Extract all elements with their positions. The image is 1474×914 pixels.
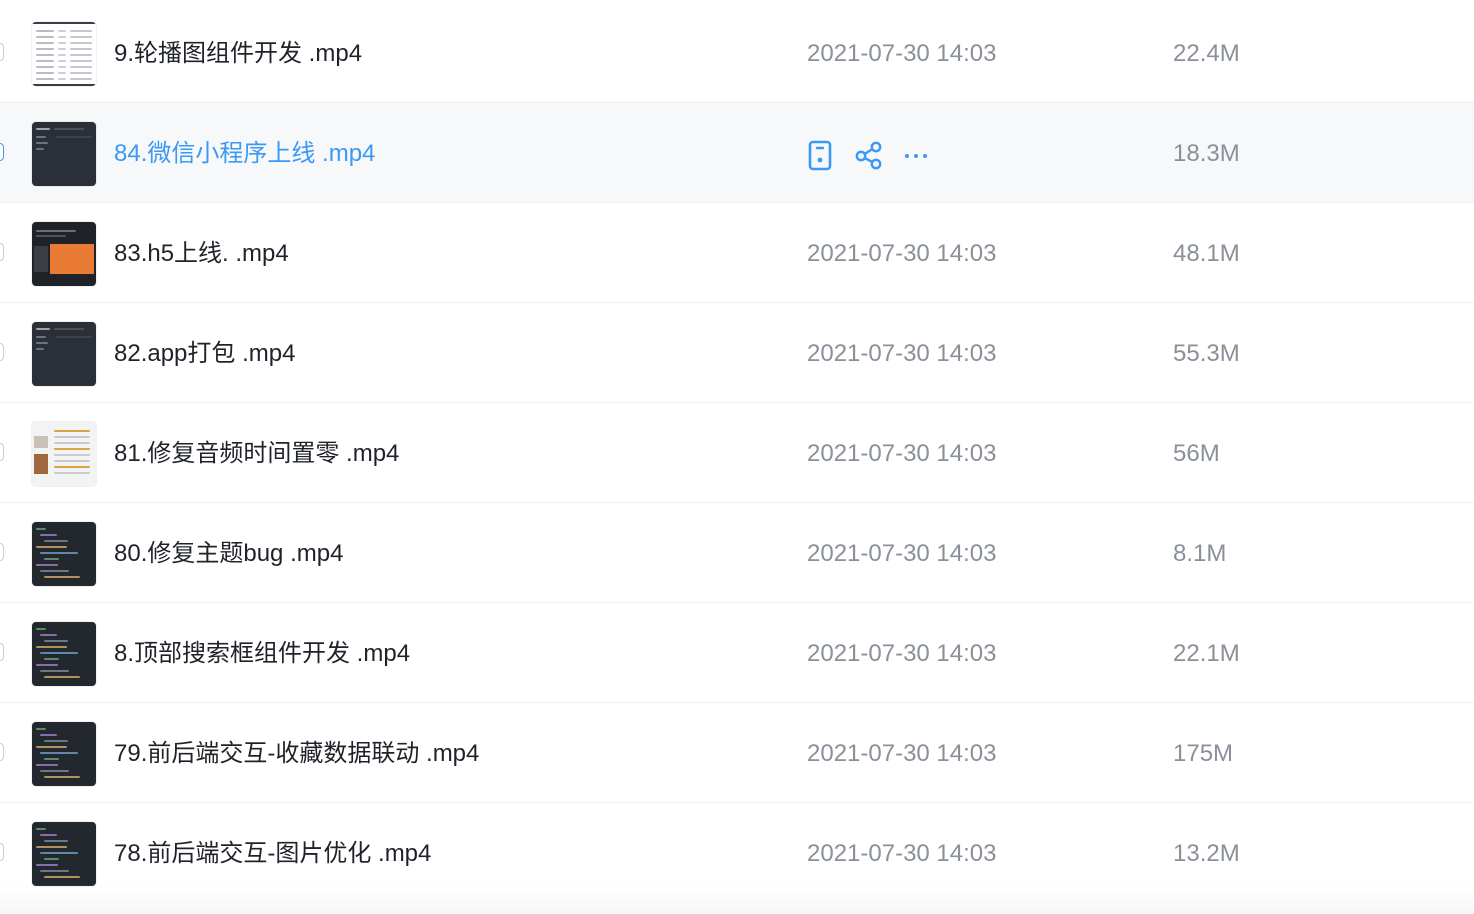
row-checkbox[interactable] bbox=[0, 643, 4, 661]
file-size: 48.1M bbox=[1173, 240, 1240, 267]
video-thumbnail bbox=[32, 522, 96, 586]
file-name[interactable]: 82.app打包 .mp4 bbox=[114, 340, 295, 368]
file-size: 56M bbox=[1173, 440, 1220, 467]
video-thumbnail bbox=[32, 22, 96, 86]
more-icon[interactable] bbox=[902, 139, 932, 171]
file-name[interactable]: 80.修复主题bug .mp4 bbox=[114, 540, 343, 568]
file-row[interactable]: 79.前后端交互-收藏数据联动 .mp4 2021-07-30 14:03 175M bbox=[0, 703, 1474, 803]
file-size: 22.4M bbox=[1173, 40, 1240, 67]
row-checkbox[interactable] bbox=[0, 243, 4, 261]
file-size: 175M bbox=[1173, 740, 1234, 767]
file-modified-date: 2021-07-30 14:03 bbox=[807, 640, 997, 667]
file-size: 13.2M bbox=[1173, 840, 1240, 867]
file-name[interactable]: 81.修复音频时间置零 .mp4 bbox=[114, 440, 399, 468]
file-modified-date: 2021-07-30 14:03 bbox=[807, 840, 997, 867]
video-thumbnail bbox=[32, 222, 96, 286]
video-thumbnail bbox=[32, 422, 96, 486]
file-list: 9.轮播图组件开发 .mp4 2021-07-30 14:03 22.4M 84.微信… bbox=[0, 0, 1474, 914]
row-checkbox[interactable] bbox=[0, 143, 4, 161]
row-checkbox[interactable] bbox=[0, 343, 4, 361]
file-name[interactable]: 9.轮播图组件开发 .mp4 bbox=[114, 40, 362, 68]
file-modified-date: 2021-07-30 14:03 bbox=[807, 440, 997, 467]
file-row[interactable]: 83.h5上线. .mp4 2021-07-30 14:03 48.1M bbox=[0, 203, 1474, 303]
file-size: 8.1M bbox=[1173, 540, 1227, 567]
file-modified-date: 2021-07-30 14:03 bbox=[807, 240, 997, 267]
video-thumbnail bbox=[32, 122, 96, 186]
file-row[interactable]: 80.修复主题bug .mp4 2021-07-30 14:03 8.1M bbox=[0, 503, 1474, 603]
file-row[interactable]: 82.app打包 .mp4 2021-07-30 14:03 55.3M bbox=[0, 303, 1474, 403]
row-checkbox[interactable] bbox=[0, 43, 4, 61]
row-checkbox[interactable] bbox=[0, 743, 4, 761]
file-row[interactable]: 84.微信小程序上线 .mp4 18.3M bbox=[0, 103, 1474, 203]
row-checkbox[interactable] bbox=[0, 443, 4, 461]
video-thumbnail bbox=[32, 822, 96, 886]
video-thumbnail bbox=[32, 622, 96, 686]
file-size: 55.3M bbox=[1173, 340, 1240, 367]
file-size: 22.1M bbox=[1173, 640, 1240, 667]
file-row[interactable]: 78.前后端交互-图片优化 .mp4 2021-07-30 14:03 13.2M bbox=[0, 803, 1474, 903]
phone-transfer-icon[interactable] bbox=[806, 139, 836, 171]
share-icon[interactable] bbox=[854, 139, 884, 171]
file-size: 18.3M bbox=[1173, 140, 1240, 167]
video-thumbnail bbox=[32, 322, 96, 386]
file-row[interactable]: 81.修复音频时间置零 .mp4 2021-07-30 14:03 56M bbox=[0, 403, 1474, 503]
file-name[interactable]: 84.微信小程序上线 .mp4 bbox=[114, 140, 375, 168]
video-thumbnail bbox=[32, 722, 96, 786]
row-checkbox[interactable] bbox=[0, 843, 4, 861]
file-modified-date: 2021-07-30 14:03 bbox=[807, 340, 997, 367]
file-modified-date: 2021-07-30 14:03 bbox=[807, 740, 997, 767]
file-modified-date: 2021-07-30 14:03 bbox=[807, 540, 997, 567]
file-name[interactable]: 78.前后端交互-图片优化 .mp4 bbox=[114, 840, 431, 868]
file-modified-date: 2021-07-30 14:03 bbox=[807, 40, 997, 67]
file-row[interactable]: 8.顶部搜索框组件开发 .mp4 2021-07-30 14:03 22.1M bbox=[0, 603, 1474, 703]
file-name[interactable]: 83.h5上线. .mp4 bbox=[114, 240, 289, 268]
file-row[interactable]: 9.轮播图组件开发 .mp4 2021-07-30 14:03 22.4M bbox=[0, 3, 1474, 103]
file-name[interactable]: 8.顶部搜索框组件开发 .mp4 bbox=[114, 640, 410, 668]
row-checkbox[interactable] bbox=[0, 543, 4, 561]
file-name[interactable]: 79.前后端交互-收藏数据联动 .mp4 bbox=[114, 740, 479, 768]
